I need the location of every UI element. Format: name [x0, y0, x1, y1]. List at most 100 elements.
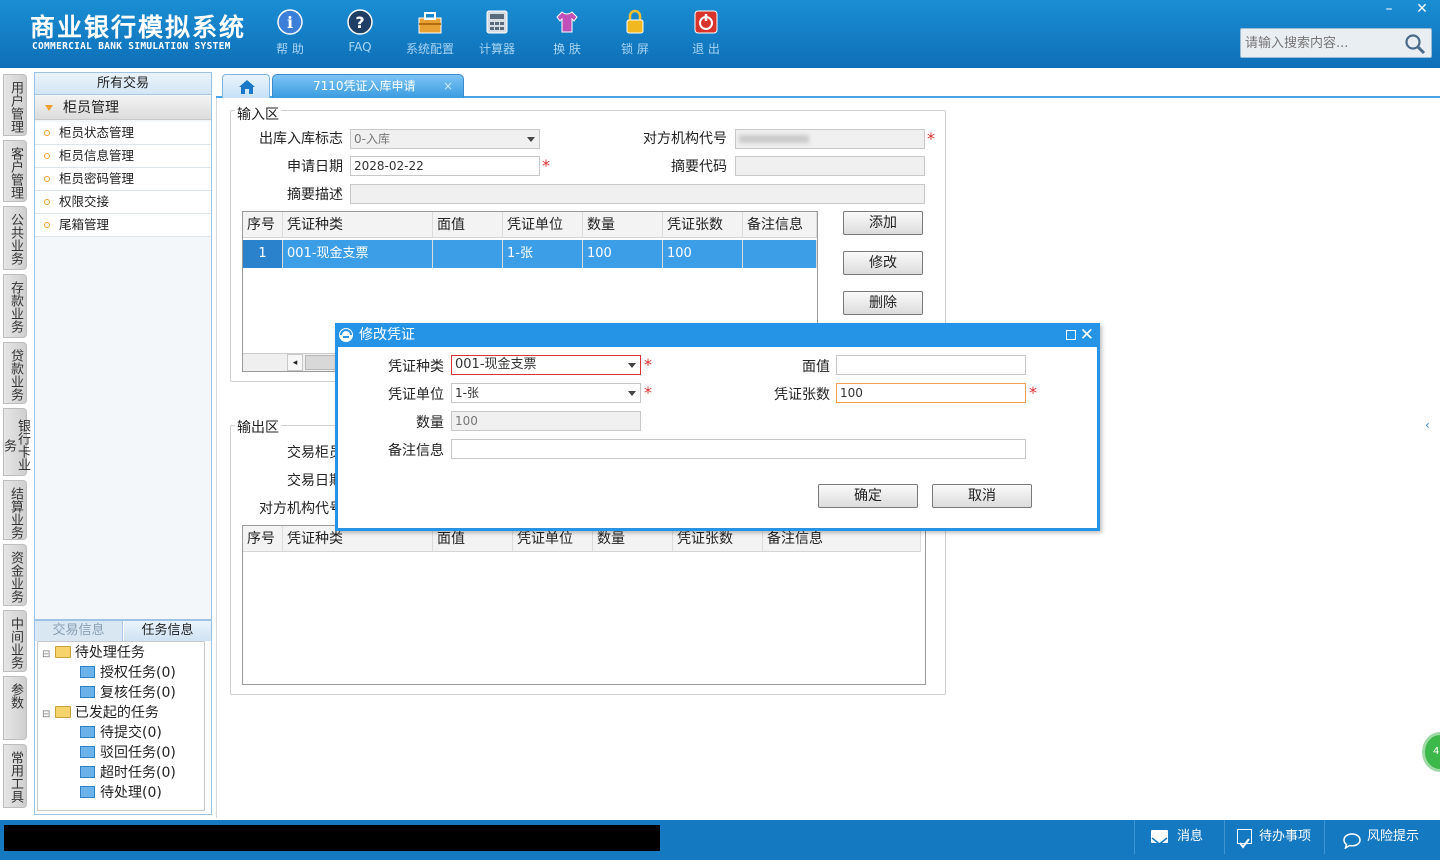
tab-bank-card-business[interactable]: 银行卡业务 — [1, 408, 30, 476]
document-tabs: 7110凭证入库申请 × — [216, 72, 1440, 98]
voucher-count-field[interactable]: 100 — [836, 383, 1026, 403]
col-header-seq: 序号 — [243, 212, 283, 237]
bullet-icon — [44, 130, 50, 136]
nav-item-permission-handover[interactable]: 权限交接 — [35, 191, 211, 214]
messages-label: 消息 — [1177, 829, 1204, 844]
system-config-label: 系统配置 — [405, 42, 454, 56]
svg-text:?: ? — [355, 13, 364, 32]
trade-date-label: 交易日期 — [287, 473, 343, 489]
apply-date-label: 申请日期 — [287, 159, 343, 175]
search-icon[interactable] — [1403, 32, 1427, 56]
task-icon — [80, 766, 95, 778]
home-tab[interactable] — [222, 74, 270, 98]
input-area-legend: 输入区 — [235, 104, 281, 124]
tree-node-label: 已发起的任务 — [74, 705, 159, 721]
task-panel: 交易信息 任务信息 ⊟ 待处理任务 授权任务(0) 复核任务(0) ⊟ 已发起的… — [34, 620, 212, 815]
face-value-field[interactable] — [836, 355, 1026, 375]
lock-screen-button[interactable]: 锁 屏 — [605, 8, 665, 62]
tree-leaf-label: 复核任务(0) — [100, 685, 176, 701]
cancel-button[interactable]: 取消 — [932, 484, 1032, 508]
voucher-unit-select[interactable]: 1-张 — [451, 383, 641, 403]
help-button[interactable]: i 帮 助 — [260, 8, 320, 62]
collapse-handle-icon[interactable]: ‹ — [1425, 418, 1433, 468]
exit-button[interactable]: 退 出 — [676, 8, 736, 62]
tab-customer-management[interactable]: 客户管理 — [3, 140, 27, 202]
remark-field[interactable] — [451, 439, 1026, 459]
tab-transaction-info[interactable]: 交易信息 — [35, 621, 123, 641]
calculator-label: 计算器 — [478, 42, 515, 56]
add-button[interactable]: 添加 — [843, 211, 923, 235]
app-logo-icon — [339, 328, 353, 342]
confirm-button[interactable]: 确定 — [818, 484, 918, 508]
apply-date-field[interactable]: 2028-02-22 — [350, 156, 540, 176]
task-icon — [80, 666, 95, 678]
tree-leaf-timeout[interactable]: 超时任务(0) — [80, 763, 176, 783]
required-mark: * — [644, 355, 652, 374]
nav-item-teller-password[interactable]: 柜员密码管理 — [35, 168, 211, 191]
tab-public-business[interactable]: 公共业务 — [3, 206, 27, 270]
counterparty-label: 对方机构代号 — [643, 131, 727, 147]
tab-settlement-business[interactable]: 结算业务 — [3, 480, 27, 540]
quantity-field[interactable]: 100 — [451, 411, 641, 431]
nav-item-teller-info[interactable]: 柜员信息管理 — [35, 145, 211, 168]
tree-node-initiated[interactable]: ⊟ 已发起的任务 — [42, 703, 159, 723]
cell-face-value — [433, 240, 503, 268]
counterparty-field[interactable] — [735, 129, 925, 149]
status-bar: 消息 待办事项 风险提示 — [0, 820, 1440, 860]
calculator-button[interactable]: 计算器 — [467, 8, 527, 62]
io-flag-label: 出库入库标志 — [259, 131, 343, 147]
faq-button[interactable]: ? FAQ — [330, 8, 390, 62]
tab-parameters[interactable]: 参数 — [3, 676, 27, 740]
search-input[interactable] — [1241, 29, 1401, 57]
tab-task-info[interactable]: 任务信息 — [124, 621, 211, 641]
col-header-unit: 凭证单位 — [503, 212, 583, 237]
tab-close-icon[interactable]: × — [443, 75, 453, 97]
maximize-icon[interactable] — [1066, 330, 1076, 340]
tab-deposit-business[interactable]: 存款业务 — [3, 274, 27, 338]
io-flag-select[interactable]: 0-入库 — [350, 129, 540, 149]
summary-desc-field[interactable] — [350, 184, 925, 204]
col-header-face-value: 面值 — [433, 212, 503, 237]
close-icon[interactable]: ✕ — [1080, 323, 1094, 347]
cell-seq: 1 — [243, 240, 283, 268]
risk-alert-button[interactable]: 风险提示 — [1324, 820, 1440, 854]
close-window-button[interactable]: ✕ — [1407, 0, 1437, 18]
tab-common-tools[interactable]: 常用工具 — [3, 744, 27, 808]
messages-button[interactable]: 消息 — [1134, 820, 1224, 854]
tree-leaf-review-tasks[interactable]: 复核任务(0) — [80, 683, 176, 703]
tab-voucher-storage-request[interactable]: 7110凭证入库申请 × — [272, 74, 464, 98]
tab-loan-business[interactable]: 贷款业务 — [3, 342, 27, 404]
scroll-left-icon[interactable]: ◂ — [287, 354, 303, 371]
tree-leaf-auth-tasks[interactable]: 授权任务(0) — [80, 663, 176, 683]
nav-item-label: 权限交接 — [59, 194, 110, 209]
bullet-icon — [44, 199, 50, 205]
bullet-icon — [44, 176, 50, 182]
info-icon: i — [276, 8, 304, 36]
system-config-button[interactable]: 系统配置 — [400, 8, 460, 62]
cell-remark — [743, 240, 817, 268]
status-message-area — [4, 825, 660, 851]
todo-button[interactable]: 待办事项 — [1224, 820, 1324, 854]
nav-item-label: 柜员密码管理 — [59, 171, 135, 186]
nav-group-teller-management[interactable]: 柜员管理 — [35, 96, 211, 120]
tree-leaf-label: 待处理(0) — [100, 785, 162, 801]
voucher-type-select[interactable]: 001-现金支票 — [451, 355, 641, 375]
tree-leaf-rejected[interactable]: 驳回任务(0) — [80, 743, 176, 763]
tree-leaf-to-process[interactable]: 待处理(0) — [80, 783, 162, 803]
change-skin-button[interactable]: 换 肤 — [537, 8, 597, 62]
power-icon — [692, 8, 720, 36]
tree-leaf-to-submit[interactable]: 待提交(0) — [80, 723, 162, 743]
table-row[interactable]: 1 001-现金支票 1-张 100 100 — [243, 240, 817, 268]
tab-intermediate-business[interactable]: 中间业务 — [3, 610, 27, 672]
tab-user-management[interactable]: 用户管理 — [3, 74, 27, 136]
nav-item-teller-status[interactable]: 柜员状态管理 — [35, 122, 211, 145]
minimize-button[interactable]: – — [1374, 0, 1404, 18]
tree-node-pending[interactable]: ⊟ 待处理任务 — [42, 643, 145, 663]
home-icon — [239, 80, 255, 94]
nav-item-tail-box[interactable]: 尾箱管理 — [35, 214, 211, 237]
tree-leaf-label: 待提交(0) — [100, 725, 162, 741]
tab-fund-business[interactable]: 资金业务 — [3, 544, 27, 606]
summary-code-field[interactable] — [735, 156, 925, 176]
modify-button[interactable]: 修改 — [843, 251, 923, 275]
delete-button[interactable]: 删除 — [843, 291, 923, 315]
